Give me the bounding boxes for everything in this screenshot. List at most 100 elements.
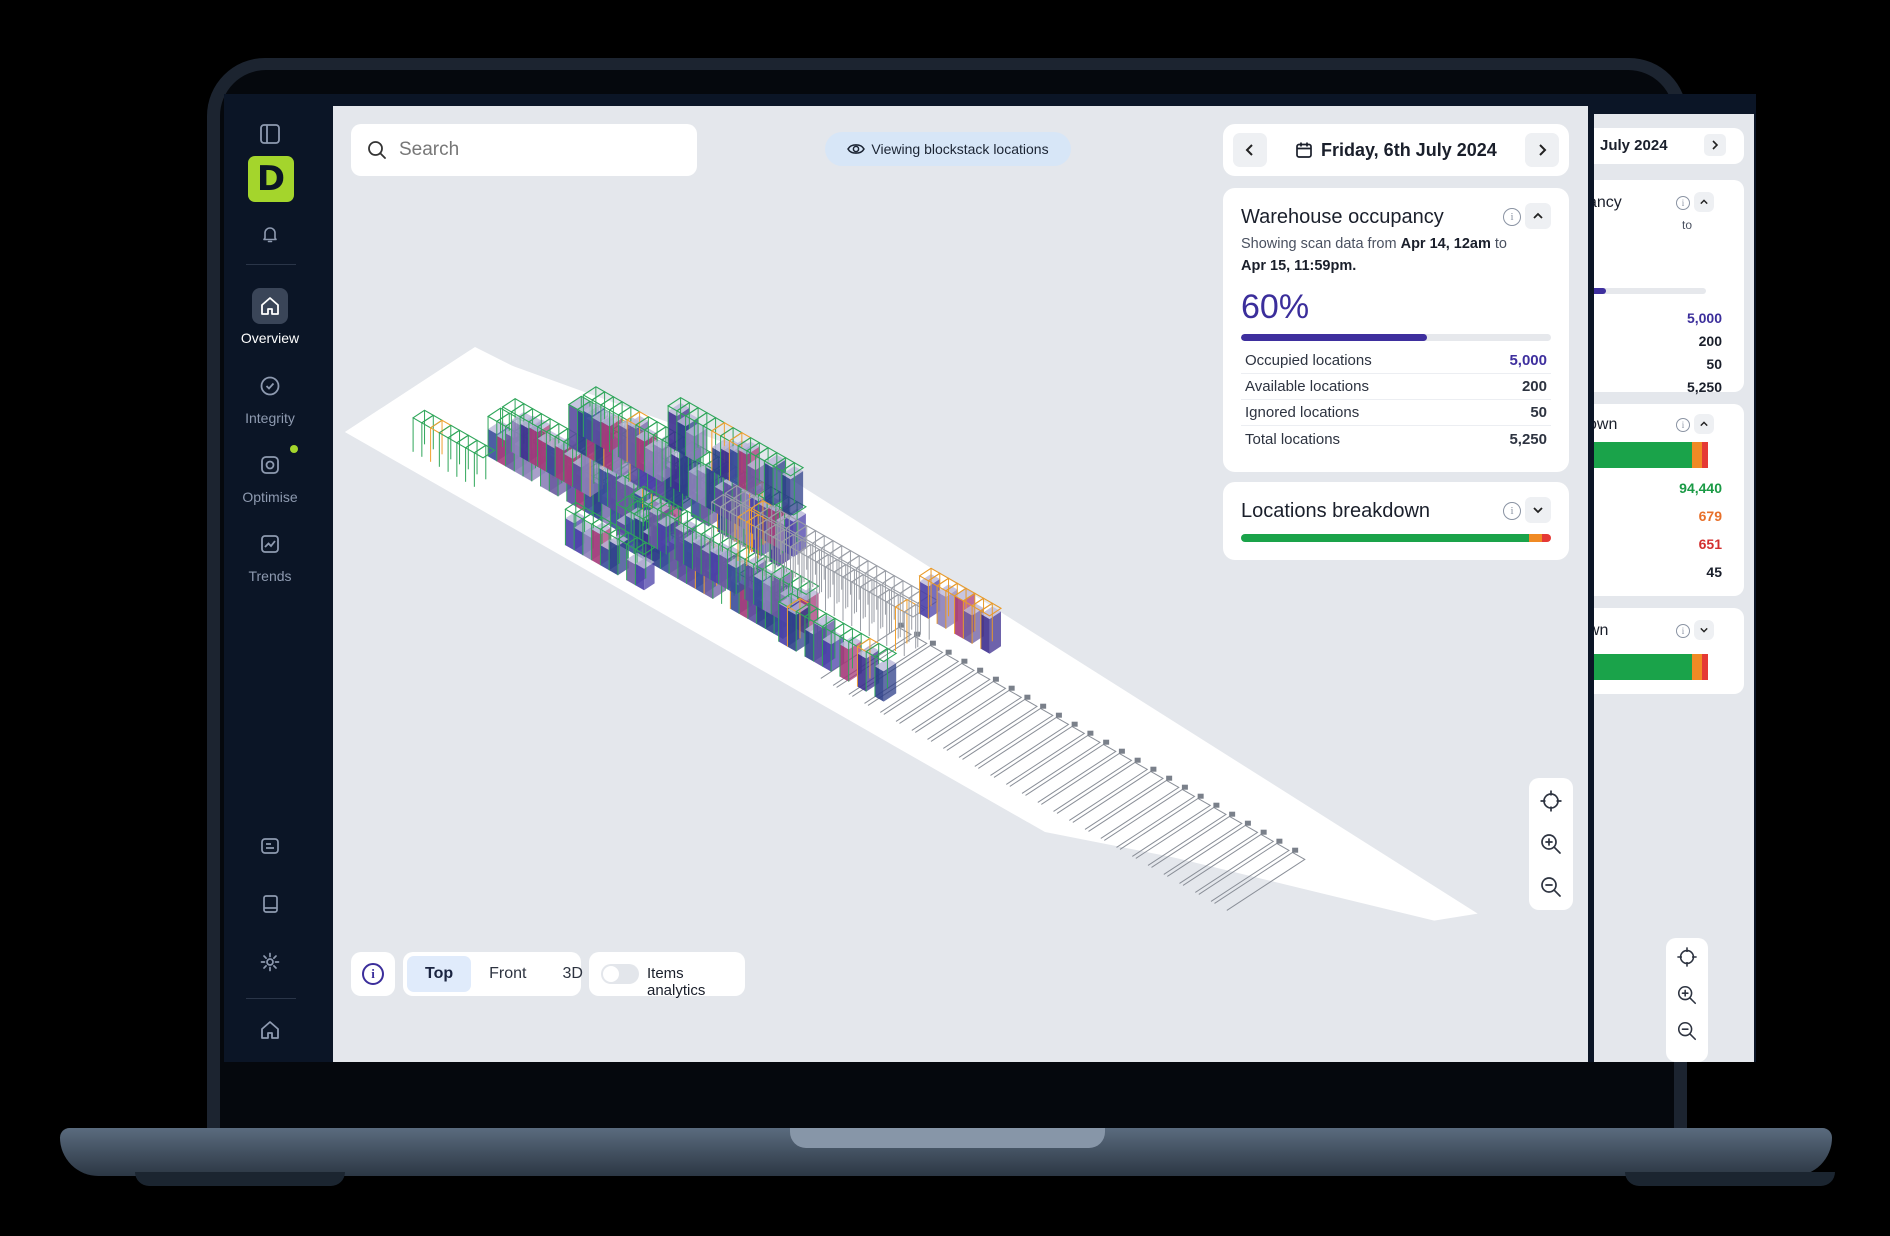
crosshair-icon [1540,790,1562,812]
bell-icon[interactable] [252,216,288,252]
secondary-window: July 2024 ancy i n to 5,000 200 50 5,250… [1594,114,1754,1062]
stat-value: 5,250 [1509,430,1547,448]
rack-cell [963,610,973,644]
sidebar: D Overview Integrity Optimise Trends [224,94,316,1062]
breakdown-segment [1241,534,1530,542]
toggle-switch[interactable] [601,964,639,984]
search-input[interactable] [397,138,681,162]
info-icon[interactable]: i [1503,502,1521,520]
segment-error [1702,654,1708,680]
view-mode-switcher: Top Front 3D [403,952,583,996]
expand-button[interactable] [1694,620,1714,640]
date-navigator: Friday, 6th July 2024 [1223,124,1569,176]
reports-icon[interactable] [252,828,288,864]
calendar-icon [1295,141,1313,159]
sidebar-item-overview[interactable]: Overview [224,288,316,346]
date-display[interactable]: Friday, 6th July 2024 [1295,124,1497,176]
segment-warning [1692,654,1702,680]
chevron-left-icon [1245,144,1253,156]
trends-icon [252,526,288,562]
sidebar-item-optimise[interactable]: Optimise [224,445,316,505]
secondary-breakdown-value: 45 [1706,564,1722,580]
info-icon[interactable]: i [1676,196,1690,210]
search-box[interactable] [351,124,697,176]
info-icon[interactable]: i [1676,624,1690,638]
stat-value: 50 [1530,404,1547,421]
rack-cell [685,431,695,461]
rack-cell [778,603,788,647]
sidebar-toggle-icon[interactable] [252,116,288,152]
rack-cell [764,462,774,506]
sidebar-item-label: Integrity [245,410,295,426]
next-date-button[interactable] [1525,133,1559,167]
home-bottom-icon[interactable] [252,1012,288,1048]
secondary-breakdown-card: own i 94,440 679 651 45 [1594,404,1744,596]
secondary-date-navigator: July 2024 [1594,128,1744,164]
rack-cell [600,421,610,452]
secondary-next-button[interactable] [1704,134,1726,156]
secondary-card-title: ancy [1594,194,1622,211]
rack-cell [644,447,654,477]
rack-cell [583,410,593,442]
occupancy-percent: 60% [1241,288,1310,326]
info-icon[interactable]: i [1503,208,1521,226]
sidebar-item-integrity[interactable]: Integrity [224,368,316,426]
collapse-button[interactable] [1525,203,1551,229]
secondary-third-card: wn i [1594,608,1744,694]
collapse-button[interactable] [1694,192,1714,212]
items-analytics-toggle[interactable]: Items analytics [589,952,745,999]
scan-range-text: Showing scan data from Apr 14, 12am to A… [1241,233,1551,277]
zoom-in-icon[interactable] [1676,984,1698,1006]
rack-cell [679,450,689,497]
view-mode-front[interactable]: Front [471,956,544,992]
gear-icon[interactable] [252,944,288,980]
expand-button[interactable] [1525,497,1551,523]
prev-date-button[interactable] [1233,133,1267,167]
rack-cell [762,582,772,615]
lane-marker [992,676,999,682]
chevron-up-icon [1533,212,1543,219]
collapse-button[interactable] [1694,414,1714,434]
rack-cell [648,510,658,550]
lane-marker [1260,829,1267,835]
sidebar-item-trends[interactable]: Trends [224,526,316,584]
stat-value: 5,000 [1509,352,1547,369]
rack-cell [857,653,867,692]
lane-marker [1087,730,1094,736]
occupancy-progress-bar [1241,334,1551,341]
rack-cell [701,549,710,580]
rack-cell [581,452,591,497]
rack-cell [804,629,814,662]
info-icon[interactable]: i [1676,418,1690,432]
secondary-breakdown-bar [1594,654,1716,680]
rack-cell [609,540,618,576]
map-controls [1529,778,1573,910]
sidebar-divider [246,264,296,265]
subtitle-prefix: Showing scan data from [1241,236,1397,252]
secondary-stat-value: 200 [1698,333,1722,349]
zoom-in-button[interactable] [1536,829,1566,859]
info-button[interactable]: i [351,952,395,996]
stat-label: Ignored locations [1245,404,1360,421]
viewing-mode-pill[interactable]: Viewing blockstack locations [825,132,1071,166]
lane-marker [1055,712,1062,718]
lane-marker [914,631,921,637]
crosshair-icon[interactable] [1676,946,1698,968]
stat-value: 200 [1521,378,1547,395]
view-mode-top[interactable]: Top [407,956,472,992]
secondary-occupancy-card: ancy i n to 5,000 200 50 5,250 [1594,180,1744,395]
secondary-stat-value: 50 [1706,356,1722,372]
secondary-subtitle: n [1594,218,1595,232]
eye-icon [847,142,866,156]
rack-cell [488,429,497,462]
rack-cell [568,404,578,452]
secondary-breakdown-value: 679 [1698,508,1722,524]
rack-cell [496,435,506,467]
app-logo[interactable]: D [248,156,294,202]
zoom-out-button[interactable] [1536,872,1566,902]
rack-cell [555,445,564,482]
zoom-out-icon[interactable] [1676,1020,1698,1042]
recenter-button[interactable] [1536,786,1566,816]
book-icon[interactable] [252,886,288,922]
laptop-notch [790,1128,1105,1148]
